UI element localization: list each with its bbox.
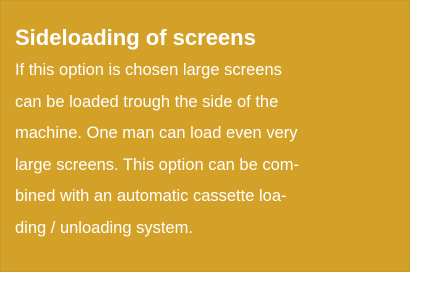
body-line: can be loaded trough the side of the [15, 92, 279, 111]
body-line: bined with an automatic cassette loa- [15, 187, 287, 205]
body-line: ding / unloading system. [15, 218, 193, 237]
body-line: machine. One man can load even very [15, 124, 298, 142]
body-line: large screens. This option can be com- [15, 155, 300, 174]
box-title: Sideloading of screens [15, 25, 256, 50]
info-box: Sideloading of screens If this option is… [0, 0, 410, 272]
box-body: If this option is chosen large screens c… [15, 55, 299, 244]
body-line: If this option is chosen large screens [15, 61, 282, 79]
